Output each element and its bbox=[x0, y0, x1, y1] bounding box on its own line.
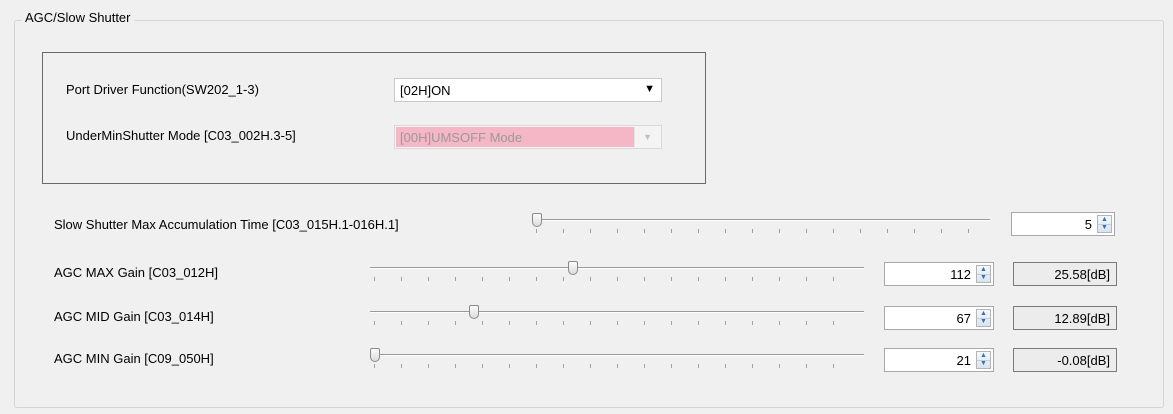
spin-down-icon[interactable]: ▼ bbox=[1098, 224, 1111, 232]
spinner-buttons[interactable]: ▲ ▼ bbox=[1097, 215, 1112, 233]
agc-min-value: 21 bbox=[956, 353, 971, 368]
agc-min-label: AGC MIN Gain [C09_050H] bbox=[54, 351, 214, 366]
agc-min-slider[interactable] bbox=[370, 348, 864, 372]
agc-mid-spinbox[interactable]: 67 ▲ ▼ bbox=[884, 306, 994, 330]
spin-down-icon[interactable]: ▼ bbox=[977, 360, 990, 368]
agc-max-slider[interactable] bbox=[370, 261, 864, 285]
group-title: AGC/Slow Shutter bbox=[22, 10, 134, 25]
slider-thumb[interactable] bbox=[469, 305, 479, 319]
port-driver-label: Port Driver Function(SW202_1-3) bbox=[66, 82, 259, 97]
agc-max-db-value: 25.58[dB] bbox=[1054, 267, 1110, 282]
slider-ticks bbox=[374, 364, 860, 368]
slider-thumb[interactable] bbox=[532, 213, 542, 227]
under-min-shutter-value: [00H]UMSOFF Mode bbox=[400, 130, 523, 145]
spin-down-icon[interactable]: ▼ bbox=[977, 274, 990, 282]
slow-shutter-value: 5 bbox=[1084, 217, 1092, 232]
dropdown-separator bbox=[634, 127, 635, 147]
spin-down-icon[interactable]: ▼ bbox=[977, 318, 990, 326]
agc-mid-label: AGC MID Gain [C03_014H] bbox=[54, 309, 214, 324]
agc-max-db-readout: 25.58[dB] bbox=[1013, 262, 1117, 286]
port-driver-dropdown[interactable]: [02H]ON ▼ bbox=[394, 78, 662, 102]
mode-settings-box bbox=[42, 52, 706, 184]
agc-mid-slider[interactable] bbox=[370, 305, 864, 329]
agc-max-spinbox[interactable]: 112 ▲ ▼ bbox=[884, 262, 994, 286]
agc-min-spinbox[interactable]: 21 ▲ ▼ bbox=[884, 348, 994, 372]
agc-mid-db-readout: 12.89[dB] bbox=[1013, 306, 1117, 330]
agc-max-label: AGC MAX Gain [C03_012H] bbox=[54, 265, 219, 280]
agc-mid-db-value: 12.89[dB] bbox=[1054, 311, 1110, 326]
slider-ticks bbox=[374, 277, 860, 281]
slow-shutter-spinbox[interactable]: 5 ▲ ▼ bbox=[1011, 212, 1115, 236]
spinner-buttons[interactable]: ▲ ▼ bbox=[976, 309, 991, 327]
under-min-shutter-label: UnderMinShutter Mode [C03_002H.3-5] bbox=[66, 128, 296, 143]
slider-track bbox=[370, 354, 864, 356]
slider-thumb[interactable] bbox=[370, 348, 380, 362]
slow-shutter-slider[interactable] bbox=[532, 213, 990, 237]
agc-min-db-readout: -0.08[dB] bbox=[1013, 348, 1117, 372]
slider-track bbox=[370, 267, 864, 269]
agc-mid-value: 67 bbox=[956, 311, 971, 326]
spinner-buttons[interactable]: ▲ ▼ bbox=[976, 265, 991, 283]
slider-thumb[interactable] bbox=[568, 261, 578, 275]
spinner-buttons[interactable]: ▲ ▼ bbox=[976, 351, 991, 369]
slider-track bbox=[532, 219, 990, 221]
under-min-shutter-dropdown: [00H]UMSOFF Mode ▼ bbox=[394, 125, 662, 149]
agc-max-value: 112 bbox=[950, 267, 971, 282]
chevron-down-icon: ▼ bbox=[644, 83, 655, 95]
slow-shutter-label: Slow Shutter Max Accumulation Time [C03_… bbox=[54, 217, 399, 232]
slider-ticks bbox=[374, 321, 860, 325]
slider-track bbox=[370, 311, 864, 313]
port-driver-value: [02H]ON bbox=[400, 83, 451, 98]
agc-min-db-value: -0.08[dB] bbox=[1057, 353, 1110, 368]
slider-ticks bbox=[536, 229, 986, 233]
chevron-down-icon: ▼ bbox=[643, 132, 652, 142]
